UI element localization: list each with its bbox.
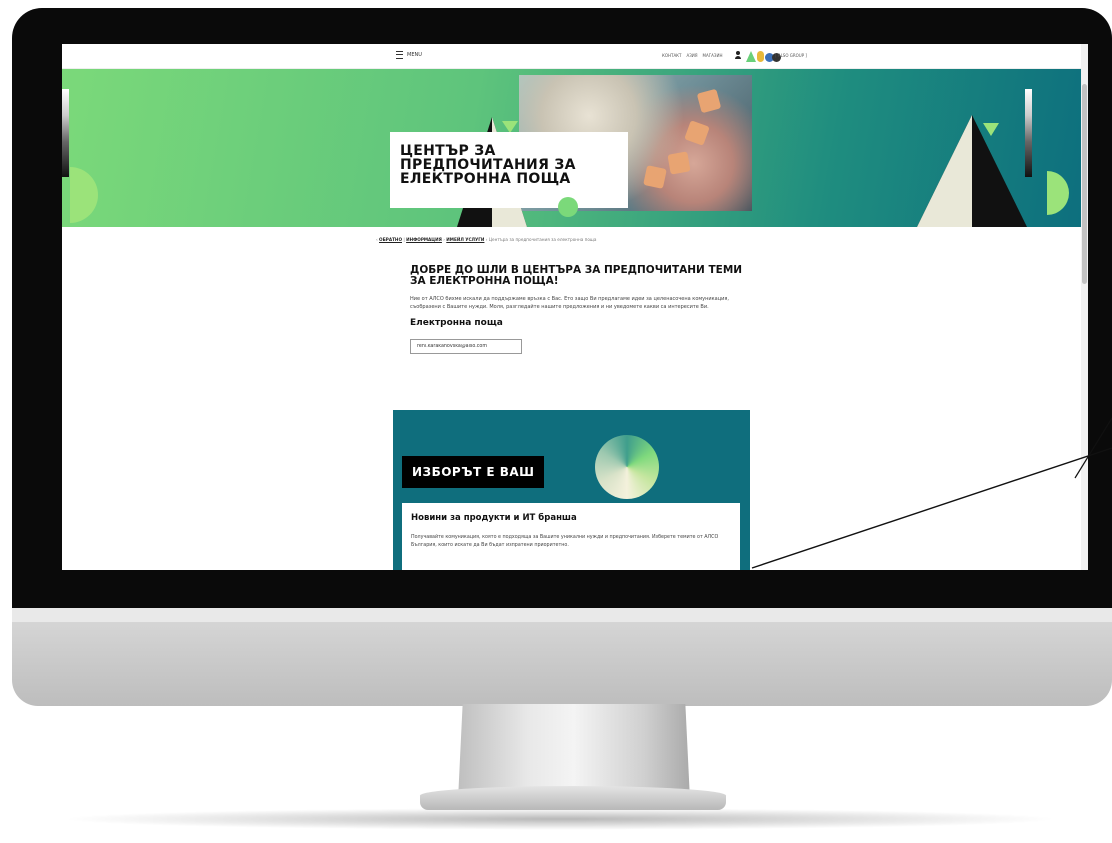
news-topic-box: Новини за продукти и ИТ бранша Получавай…	[402, 503, 740, 570]
decor-green-circle	[558, 197, 578, 217]
cube-icon	[643, 165, 667, 189]
decor-triangle-right	[917, 115, 1027, 227]
hero-title-line-1: ЦЕНТЪР ЗА	[400, 143, 496, 159]
floor-shadow	[60, 808, 1060, 830]
also-group-link[interactable]: [ ALSO GROUP ]	[775, 53, 807, 58]
hero-title-line-3: ЕЛЕКТРОННА ПОЩА	[400, 171, 571, 187]
decor-half-circle-left	[70, 167, 98, 223]
nav-link-asia[interactable]: АЗИЯ	[686, 53, 697, 58]
monitor-chin	[12, 608, 1112, 706]
cube-icon	[684, 120, 710, 146]
page-scrollbar[interactable]	[1081, 44, 1088, 570]
hero-title-line-2: ПРЕДПОЧИТАНИЯ ЗА	[400, 157, 576, 173]
scrollbar-thumb[interactable]	[1082, 84, 1087, 284]
welcome-heading-line-2: ЗА ЕЛЕКТРОННА ПОЩА!	[410, 275, 559, 287]
hero-title-box: ЦЕНТЪР ЗА ПРЕДПОЧИТАНИЯ ЗА ЕЛЕКТРОННА ПО…	[390, 132, 628, 208]
email-field[interactable]	[410, 339, 522, 354]
menu-label: MENU	[407, 52, 422, 58]
preferences-card: ИЗБОРЪТ Е ВАШ Новини за продукти и ИТ бр…	[393, 410, 750, 570]
hero-banner: ЦЕНТЪР ЗА ПРЕДПОЧИТАНИЯ ЗА ЕЛЕКТРОННА ПО…	[62, 69, 1081, 227]
cube-icon	[696, 88, 722, 114]
top-navigation: MENU КОНТАКТ АЗИЯ МАГАЗИН [ ALSO GROUP ]	[62, 44, 1081, 69]
browser-viewport: MENU КОНТАКТ АЗИЯ МАГАЗИН [ ALSO GROUP ]	[62, 44, 1088, 570]
monitor-stand-base	[420, 786, 726, 810]
intro-text: Ние от АЛСО бихме искали да поддържаме в…	[410, 296, 729, 310]
nav-links: КОНТАКТ АЗИЯ МАГАЗИН	[662, 53, 722, 58]
decor-small-triangle	[983, 123, 999, 136]
breadcrumb-back[interactable]: ОБРАТНО	[379, 237, 402, 242]
cube-icon	[667, 151, 691, 175]
user-icon[interactable]	[735, 51, 741, 59]
email-heading: Електронна поща	[410, 318, 503, 328]
nav-link-contact[interactable]: КОНТАКТ	[662, 53, 681, 58]
monitor-chin-edge	[12, 608, 1112, 622]
breadcrumb: ‹ ОБРАТНО | ИНФОРМАЦИЯ › ИМЕЙЛ УСЛУГИ › …	[376, 237, 597, 242]
news-topic-text: Получавайте комуникация, която е подходя…	[411, 535, 719, 548]
news-topic-title: Новини за продукти и ИТ бранша	[411, 513, 577, 523]
breadcrumb-info[interactable]: ИНФОРМАЦИЯ	[406, 237, 442, 242]
nav-link-shop[interactable]: МАГАЗИН	[703, 53, 723, 58]
menu-button[interactable]: MENU	[396, 51, 422, 59]
hamburger-icon	[396, 51, 403, 59]
breadcrumb-email-services[interactable]: ИМЕЙЛ УСЛУГИ	[446, 237, 484, 242]
decor-gradient-strip-left	[62, 89, 69, 177]
decor-gradient-disc	[595, 435, 659, 499]
breadcrumb-current: Центъра за предпочитания за електронна п…	[488, 237, 597, 242]
main-content: ДОБРЕ ДО ШЛИ В ЦЕНТЪРА ЗА ПРЕДПОЧИТАНИ Т…	[410, 265, 770, 354]
decor-half-circle-right	[1047, 171, 1069, 215]
choice-badge: ИЗБОРЪТ Е ВАШ	[402, 456, 545, 488]
